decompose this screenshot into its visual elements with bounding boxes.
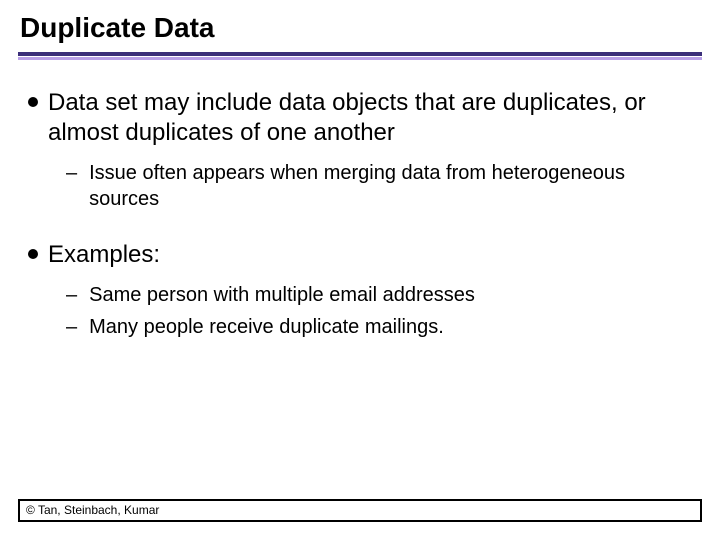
sub-bullet-text: Many people receive duplicate mailings. [89, 314, 444, 340]
title-underline [18, 52, 702, 60]
bullet-text: Data set may include data objects that a… [48, 88, 692, 148]
slide: Duplicate Data Data set may include data… [0, 0, 720, 540]
bullet-level2: – Same person with multiple email addres… [66, 282, 692, 308]
dash-icon: – [66, 160, 77, 212]
sub-bullet-group: – Same person with multiple email addres… [66, 282, 692, 340]
bullet-level2: – Issue often appears when merging data … [66, 160, 692, 212]
dash-icon: – [66, 282, 77, 308]
footer-credit: © Tan, Steinbach, Kumar [18, 499, 702, 522]
slide-title: Duplicate Data [20, 12, 702, 44]
sub-bullet-group: – Issue often appears when merging data … [66, 160, 692, 212]
sub-bullet-text: Issue often appears when merging data fr… [89, 160, 692, 212]
bullet-level1: Examples: [28, 240, 692, 270]
bullet-level2: – Many people receive duplicate mailings… [66, 314, 692, 340]
bullet-level1: Data set may include data objects that a… [28, 88, 692, 148]
rule-light [18, 57, 702, 60]
bullet-dot-icon [28, 249, 38, 259]
dash-icon: – [66, 314, 77, 340]
bullet-text: Examples: [48, 240, 160, 270]
bullet-dot-icon [28, 97, 38, 107]
rule-dark [18, 52, 702, 56]
sub-bullet-text: Same person with multiple email addresse… [89, 282, 475, 308]
slide-content: Data set may include data objects that a… [18, 66, 702, 499]
